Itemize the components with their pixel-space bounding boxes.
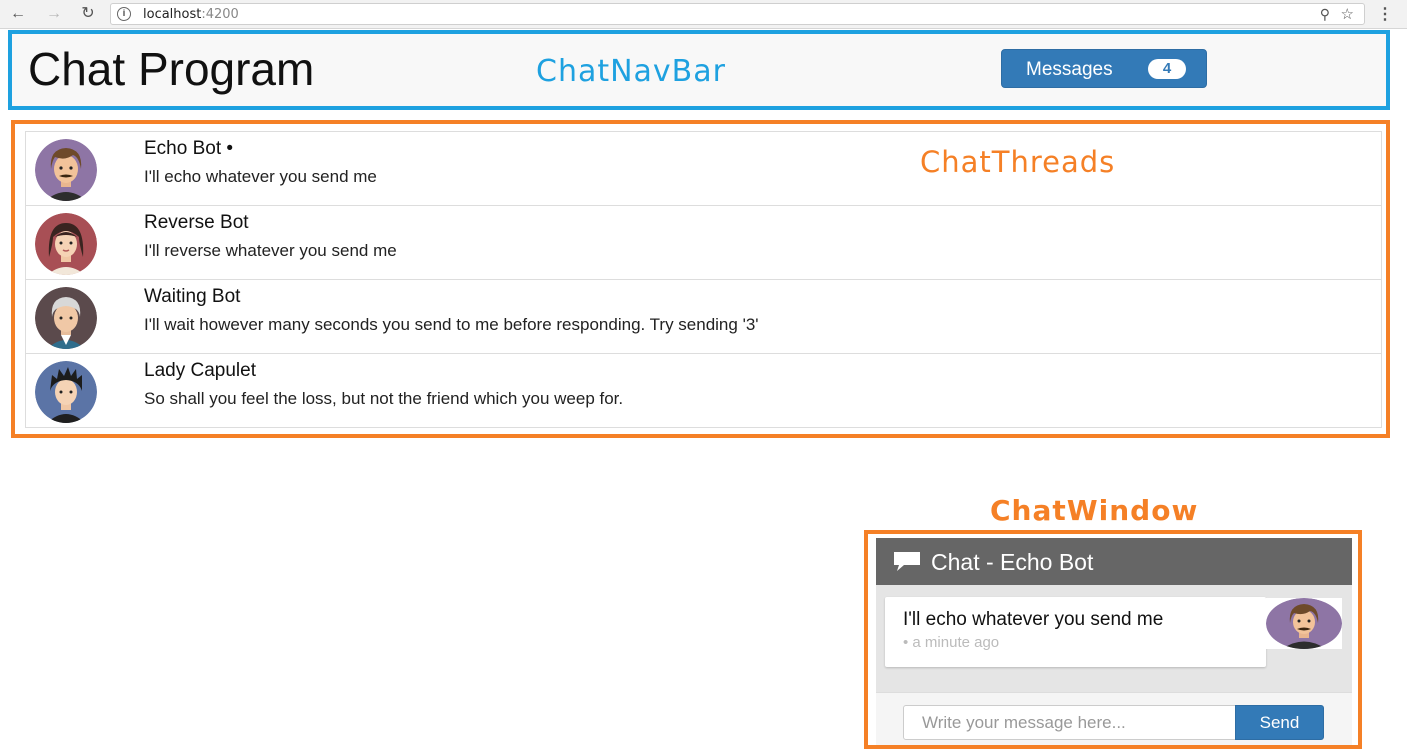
- reload-icon[interactable]: ↻: [78, 4, 98, 24]
- back-arrow-icon[interactable]: ←: [8, 4, 28, 24]
- navbar-annotation-outline: [8, 30, 1390, 110]
- browser-toolbar: ← → ↻ i localhost:4200 ⚲ ☆ ⋮: [0, 0, 1407, 29]
- info-icon[interactable]: i: [117, 7, 131, 21]
- address-bar[interactable]: i localhost:4200 ⚲ ☆: [110, 3, 1365, 25]
- kebab-menu-icon[interactable]: ⋮: [1377, 4, 1393, 24]
- threads-annotation-outline: [11, 120, 1390, 438]
- url-text: localhost:4200: [143, 7, 239, 22]
- zoom-icon[interactable]: ⚲: [1320, 6, 1330, 23]
- annotation-chatwindow: ChatWindow: [990, 494, 1199, 527]
- url-host: localhost: [143, 7, 202, 22]
- chatwindow-annotation-outline: [864, 530, 1362, 749]
- annotation-chatthreads: ChatThreads: [920, 145, 1116, 179]
- forward-arrow-icon[interactable]: →: [44, 4, 64, 24]
- url-port: :4200: [201, 7, 239, 22]
- star-icon[interactable]: ☆: [1341, 5, 1354, 23]
